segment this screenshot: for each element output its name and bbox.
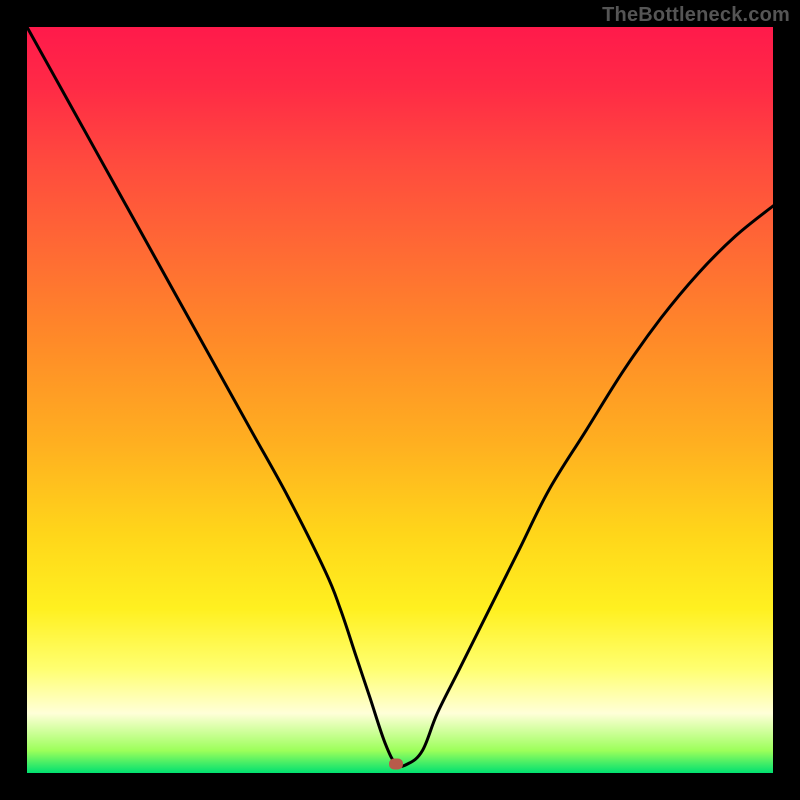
bottleneck-curve — [27, 27, 773, 773]
watermark-text: TheBottleneck.com — [602, 4, 790, 27]
optimal-point-marker — [389, 759, 403, 770]
chart-frame: TheBottleneck.com — [0, 0, 800, 800]
plot-area — [27, 27, 773, 773]
